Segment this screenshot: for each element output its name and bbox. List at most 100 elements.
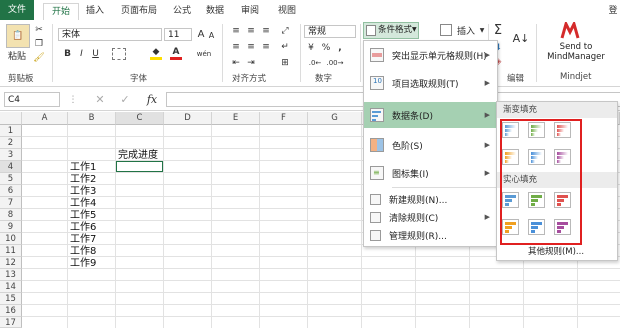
row-header[interactable]: 16	[0, 305, 22, 317]
sort-filter-icon[interactable]: A↓	[512, 28, 530, 48]
increase-decimal-icon[interactable]: .0←	[306, 58, 324, 68]
column-header-e[interactable]: E	[212, 112, 260, 125]
solid-green-data-bar-icon[interactable]	[528, 192, 545, 208]
row-header[interactable]: 10	[0, 233, 22, 245]
cut-icon[interactable]: ✂	[33, 24, 45, 36]
row-header[interactable]: 1	[0, 125, 22, 137]
row-header[interactable]: 14	[0, 281, 22, 293]
menu-item-color-scales[interactable]: 色阶(S) ▶	[364, 132, 496, 158]
row-header[interactable]: 7	[0, 197, 22, 209]
insert-cells-icon[interactable]	[440, 24, 452, 36]
tab-insert[interactable]: 插入	[83, 3, 107, 20]
phonetic-icon[interactable]: wén	[196, 48, 212, 60]
column-header-g[interactable]: G	[308, 112, 362, 125]
cell-c3[interactable]: 完成进度	[118, 150, 158, 162]
row-header[interactable]: 3	[0, 149, 22, 161]
align-left-icon[interactable]: ≡	[230, 42, 242, 52]
cell-b9[interactable]: 工作6	[70, 222, 96, 234]
sign-in-link[interactable]: 登	[606, 3, 620, 20]
italic-button[interactable]: I	[76, 48, 87, 60]
cell-b6[interactable]: 工作3	[70, 186, 96, 198]
border-icon[interactable]	[112, 48, 126, 60]
cell-b12[interactable]: 工作9	[70, 258, 96, 270]
conditional-format-button[interactable]: 条件格式 ▼	[363, 22, 419, 39]
decrease-decimal-icon[interactable]: .00→	[326, 58, 344, 68]
autosum-icon[interactable]: Σ	[492, 23, 504, 38]
row-header[interactable]: 13	[0, 269, 22, 281]
row-header[interactable]: 6	[0, 185, 22, 197]
align-top-icon[interactable]: ≡	[230, 26, 242, 36]
align-right-icon[interactable]: ≡	[260, 42, 272, 52]
format-painter-icon[interactable]: 🖌	[33, 52, 45, 64]
column-header-c[interactable]: C	[116, 112, 164, 125]
row-header[interactable]: 2	[0, 137, 22, 149]
menu-item-manage-rules[interactable]: 管理规则(R)...	[364, 226, 496, 244]
orientation-icon[interactable]: ⤢	[278, 26, 292, 36]
chevron-down-icon[interactable]: ▼	[478, 26, 486, 34]
paste-button[interactable]: 粘贴	[4, 50, 30, 62]
solid-light-blue-data-bar-icon[interactable]	[528, 219, 545, 235]
font-name-select[interactable]: 宋体	[58, 28, 162, 41]
menu-item-clear-rules[interactable]: 清除规则(C) ▶	[364, 208, 496, 226]
mindmanager-icon[interactable]	[560, 19, 580, 40]
cell-b8[interactable]: 工作5	[70, 210, 96, 222]
name-box[interactable]: C4	[4, 92, 60, 107]
font-size-select[interactable]: 11	[164, 28, 192, 41]
underline-button[interactable]: U	[90, 48, 101, 60]
menu-item-data-bars[interactable]: 数据条(D) ▶	[364, 102, 496, 128]
column-header-f[interactable]: F	[260, 112, 308, 125]
send-to-mindmanager-line2[interactable]: MindManager	[544, 52, 608, 62]
send-to-mindmanager-line1[interactable]: Send to	[554, 42, 598, 52]
row-header[interactable]: 15	[0, 293, 22, 305]
active-cell-c4[interactable]	[116, 161, 163, 172]
percent-icon[interactable]: %	[320, 42, 332, 54]
tab-file[interactable]: 文件	[0, 0, 34, 20]
copy-icon[interactable]: ❐	[33, 38, 45, 50]
wrap-text-icon[interactable]: ↵	[278, 42, 292, 52]
tab-formulas[interactable]: 公式	[170, 3, 194, 20]
select-all-corner[interactable]	[0, 112, 22, 125]
solid-purple-data-bar-icon[interactable]	[554, 219, 571, 235]
align-center-icon[interactable]: ≡	[245, 42, 257, 52]
column-header-d[interactable]: D	[164, 112, 212, 125]
gradient-red-data-bar-icon[interactable]	[554, 122, 571, 138]
gradient-blue-data-bar-icon[interactable]	[502, 122, 519, 138]
number-format-select[interactable]: 常规	[304, 25, 356, 38]
menu-item-highlight-rules[interactable]: 突出显示单元格规则(H) ▶	[364, 42, 496, 68]
gradient-green-data-bar-icon[interactable]	[528, 122, 545, 138]
cell-b10[interactable]: 工作7	[70, 234, 96, 246]
decrease-indent-icon[interactable]: ⇤	[230, 58, 242, 68]
more-rules-link[interactable]: 其他规则(M)...	[497, 245, 615, 257]
menu-item-new-rule[interactable]: 新建规则(N)...	[364, 190, 496, 208]
gradient-light-blue-data-bar-icon[interactable]	[528, 149, 545, 165]
tab-page-layout[interactable]: 页面布局	[115, 3, 163, 20]
cell-b4[interactable]: 工作1	[70, 162, 96, 174]
increase-indent-icon[interactable]: ⇥	[245, 58, 257, 68]
currency-icon[interactable]: ¥	[304, 42, 318, 54]
cell-b11[interactable]: 工作8	[70, 246, 96, 258]
insert-function-icon[interactable]: fx	[143, 92, 161, 106]
insert-cells-button[interactable]: 插入	[455, 24, 477, 37]
comma-style-icon[interactable]: ,	[334, 42, 346, 54]
row-header[interactable]: 12	[0, 257, 22, 269]
font-color-icon[interactable]: A	[170, 46, 182, 60]
row-header[interactable]: 8	[0, 209, 22, 221]
align-middle-icon[interactable]: ≡	[245, 26, 257, 36]
cell-b7[interactable]: 工作4	[70, 198, 96, 210]
bold-button[interactable]: B	[62, 48, 73, 60]
row-header[interactable]: 17	[0, 317, 22, 328]
gradient-orange-data-bar-icon[interactable]	[502, 149, 519, 165]
cancel-icon[interactable]: ✕	[94, 93, 106, 106]
align-bottom-icon[interactable]: ≡	[260, 26, 272, 36]
shrink-font-button[interactable]: A	[207, 29, 216, 41]
grow-font-button[interactable]: A	[196, 28, 206, 41]
row-header[interactable]: 11	[0, 245, 22, 257]
menu-item-top-bottom-rules[interactable]: 10 项目选取规则(T) ▶	[364, 70, 496, 96]
paste-icon[interactable]: 📋	[6, 24, 30, 48]
menu-item-icon-sets[interactable]: ≡ 图标集(I) ▶	[364, 160, 496, 186]
solid-orange-data-bar-icon[interactable]	[502, 219, 519, 235]
enter-icon[interactable]: ✓	[119, 93, 131, 106]
solid-red-data-bar-icon[interactable]	[554, 192, 571, 208]
tab-data[interactable]: 数据	[203, 3, 227, 20]
solid-blue-data-bar-icon[interactable]	[502, 192, 519, 208]
